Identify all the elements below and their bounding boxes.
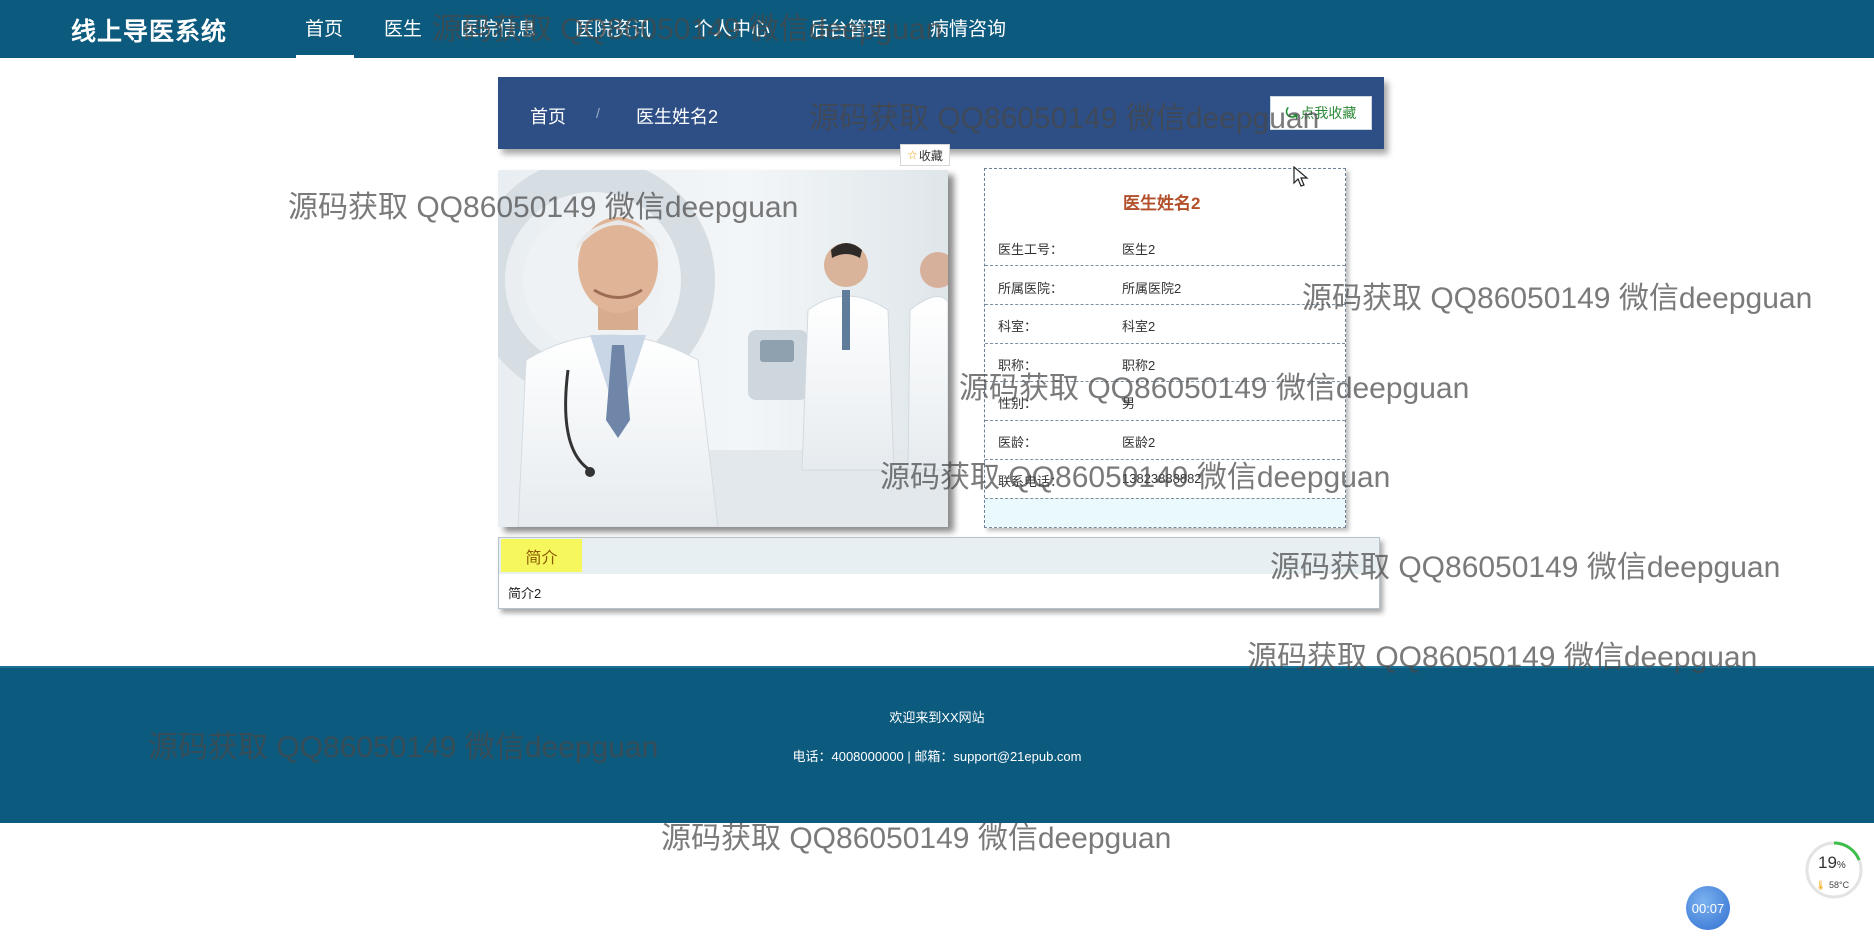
footer-contact: 电话：4008000000 | 邮箱：support@21epub.com [792,749,1082,764]
doctor-name: 医生姓名2 [1123,194,1201,213]
field-value-experience: 医龄2 [1122,435,1156,450]
cpu-percent-text: 19% [1818,853,1846,872]
watermark: 源码获取 QQ86050149 微信deepguan [1302,282,1813,315]
thermometer-icon: 🌡 [1815,880,1827,890]
photo-favorite-tag[interactable]: ☆ 收藏 [900,144,950,166]
field-value-phone: 13823888882 [1122,471,1202,486]
intro-tab-bar [499,538,1379,574]
favorite-button[interactable]: ⤿ 点我收藏 [1270,96,1372,130]
field-label-title: 职称： [998,358,1038,373]
breadcrumb-home[interactable]: 首页 [530,103,566,129]
nav-hospital-info[interactable]: 医院信息 [460,14,536,41]
footer-welcome: 欢迎来到XX网站 [889,710,985,725]
star-icon: ☆ [907,148,918,162]
row-divider [985,265,1345,266]
favorite-button-label: 点我收藏 [1300,105,1357,121]
field-label-department: 科室： [998,319,1038,334]
footer [0,666,1874,823]
field-label-phone: 联系电话： [998,474,1064,489]
active-nav-indicator [296,55,354,58]
timer-bubble[interactable]: 00:07 [1686,886,1730,930]
field-value-gender: 男 [1122,396,1136,411]
nav-personal-center[interactable]: 个人中心 [694,14,770,41]
doctor-photo [498,170,948,527]
refresh-arrow-icon: ⤿ [1285,104,1298,121]
row-divider [985,420,1345,421]
row-divider [985,498,1345,499]
field-label-hospital: 所属医院： [998,281,1064,296]
tab-intro[interactable]: 简介 [501,539,582,572]
breadcrumb-current: 医生姓名2 [636,107,719,127]
cpu-temperature: 🌡 58°C [1815,880,1850,890]
field-label-experience: 医龄： [998,435,1038,450]
photo-favorite-label: 收藏 [918,148,943,163]
row-divider [985,304,1345,305]
row-divider [985,343,1345,344]
nav-doctor[interactable]: 医生 [384,14,422,41]
mouse-cursor-icon [1293,166,1309,187]
breadcrumb-bar [498,77,1384,149]
field-label-gender: 性别： [998,396,1038,411]
field-label-employee-id: 医生工号： [998,242,1064,257]
nav-consultation[interactable]: 病情咨询 [930,14,1006,41]
field-value-hospital: 所属医院2 [1122,281,1182,296]
info-card-footer [985,498,1345,527]
field-value-employee-id: 医生2 [1122,242,1156,257]
site-brand[interactable]: 线上导医系统 [71,12,227,48]
breadcrumb-separator: / [596,105,600,121]
intro-content: 简介2 [508,586,542,601]
nav-admin[interactable]: 后台管理 [810,14,886,41]
nav-hospital-news[interactable]: 医院资讯 [575,14,651,41]
row-divider [985,381,1345,382]
field-value-department: 科室2 [1122,319,1156,334]
field-value-title: 职称2 [1122,358,1156,373]
nav-home[interactable]: 首页 [305,14,343,41]
row-divider [985,459,1345,460]
